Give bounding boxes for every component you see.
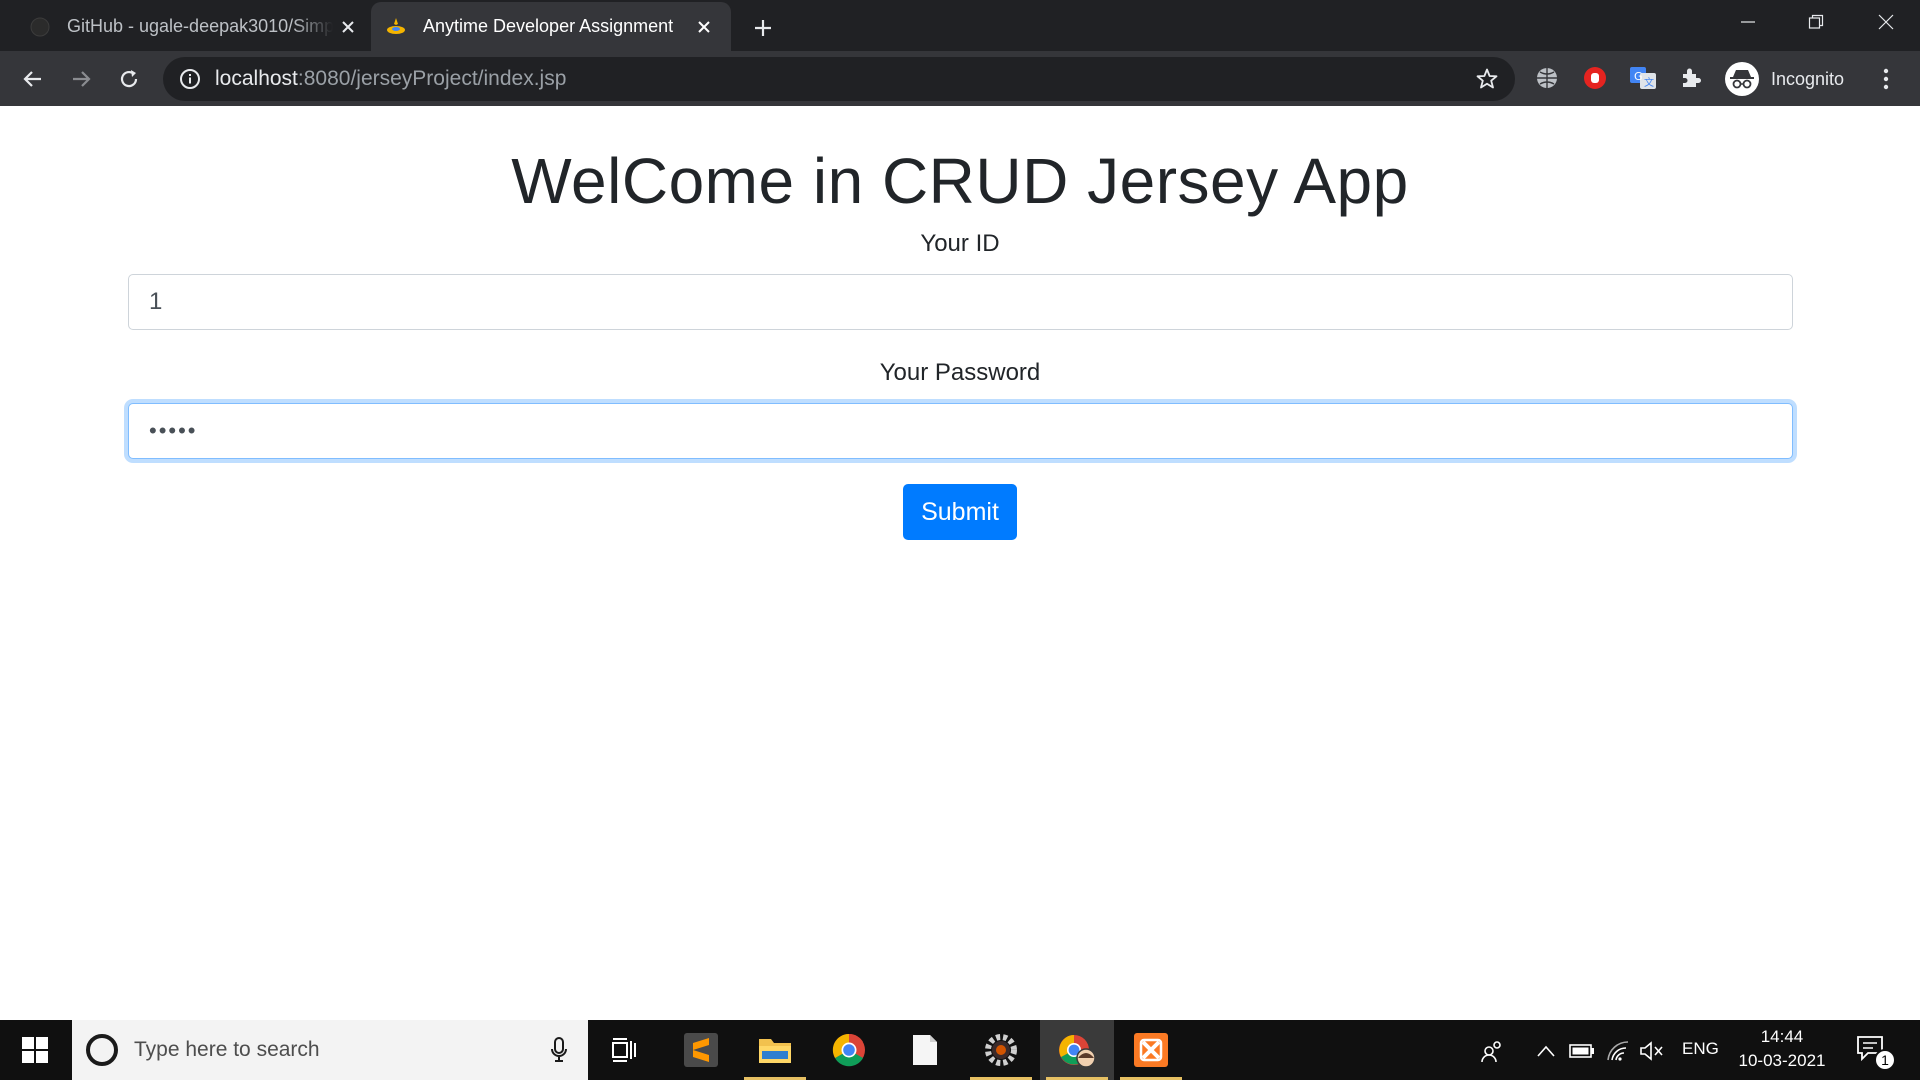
search-placeholder: Type here to search (134, 1038, 320, 1061)
svg-text:文: 文 (1644, 76, 1654, 89)
wifi-icon[interactable] (1604, 1037, 1632, 1065)
tab-title: GitHub - ugale-deepak3010/Simple (67, 16, 333, 36)
people-icon[interactable] (1478, 1037, 1506, 1065)
start-button[interactable] (0, 1020, 70, 1080)
reload-button[interactable] (111, 61, 147, 97)
incognito-icon (1725, 62, 1759, 96)
clock[interactable]: 14:44 10-03-2021 (1722, 1025, 1842, 1073)
page-content: WelCome in CRUD Jersey App Your ID 1 You… (0, 106, 1920, 1020)
chrome-icon (832, 1033, 865, 1067)
language-indicator[interactable]: ENG (1682, 1039, 1719, 1059)
minimize-button[interactable] (1714, 0, 1782, 44)
github-icon (29, 16, 51, 38)
submit-button[interactable]: Submit (903, 484, 1017, 540)
chrome-profile-icon (1059, 1035, 1096, 1068)
windows-taskbar: Type here to search ENG 14:44 10-03-2021… (0, 1020, 1920, 1080)
clock-date: 10-03-2021 (1738, 1051, 1826, 1070)
microphone-icon[interactable] (550, 1037, 568, 1069)
browser-toolbar: localhost:8080/jerseyProject/index.jsp G… (0, 51, 1920, 106)
profile-label: Incognito (1771, 68, 1845, 89)
close-tab-icon[interactable] (689, 12, 719, 42)
arrow-right-icon (73, 71, 91, 87)
tab-title: Anytime Developer Assignment (423, 16, 674, 36)
globe-extension-icon[interactable] (1532, 63, 1562, 93)
java-ide-app[interactable] (964, 1020, 1038, 1080)
volume-muted-icon[interactable] (1638, 1037, 1666, 1065)
url-text: localhost:8080/jerseyProject/index.jsp (215, 67, 566, 91)
extensions-puzzle-icon[interactable] (1676, 63, 1706, 93)
address-bar[interactable]: localhost:8080/jerseyProject/index.jsp (163, 57, 1515, 101)
tab-github[interactable]: GitHub - ugale-deepak3010/Simple (15, 2, 375, 51)
jersey-favicon-icon (385, 16, 407, 38)
file-explorer-app[interactable] (738, 1020, 812, 1080)
notification-center-button[interactable]: 1 (1856, 1033, 1896, 1071)
back-button[interactable] (15, 61, 51, 97)
task-view-button[interactable] (588, 1020, 662, 1080)
chevron-up-icon[interactable] (1532, 1037, 1560, 1065)
translate-extension-icon[interactable]: G文 (1628, 63, 1658, 93)
password-input-value: ••••• (149, 418, 198, 443)
new-tab-button[interactable] (745, 10, 781, 46)
close-window-button[interactable] (1852, 0, 1920, 44)
id-input[interactable]: 1 (128, 274, 1793, 330)
sublime-text-app[interactable] (664, 1020, 738, 1080)
sublime-text-icon (684, 1033, 718, 1067)
file-icon (913, 1035, 937, 1065)
plus-icon (755, 20, 771, 36)
id-label: Your ID (920, 230, 1000, 257)
xampp-icon (1134, 1033, 1168, 1067)
folder-icon (759, 1039, 791, 1063)
task-view-icon (612, 1038, 636, 1062)
browser-tab-strip: GitHub - ugale-deepak3010/Simple Anytime… (0, 0, 1920, 51)
notification-badge: 1 (1874, 1049, 1896, 1071)
password-input[interactable]: ••••• (128, 403, 1793, 459)
vertical-dots-icon (1883, 68, 1889, 90)
restore-icon (1808, 14, 1824, 29)
forward-button[interactable] (63, 61, 99, 97)
url-host: localhost (215, 67, 298, 90)
xampp-app[interactable] (1114, 1020, 1188, 1080)
tab-anytime-developer[interactable]: Anytime Developer Assignment (371, 2, 731, 51)
taskbar-search-box[interactable]: Type here to search (72, 1020, 588, 1080)
gear-icon (985, 1034, 1017, 1066)
id-input-value: 1 (149, 288, 163, 315)
chrome-app[interactable] (812, 1020, 886, 1080)
bookmark-star-icon[interactable] (1473, 65, 1501, 93)
chrome-incognito-app[interactable] (1040, 1020, 1114, 1080)
browser-menu-button[interactable] (1868, 61, 1904, 97)
windows-logo-icon (22, 1037, 48, 1063)
password-label: Your Password (879, 359, 1041, 386)
url-path: :8080/jerseyProject/index.jsp (297, 67, 567, 90)
restore-button[interactable] (1782, 0, 1850, 44)
close-icon (1878, 14, 1894, 30)
info-icon[interactable] (177, 66, 203, 92)
cortana-icon (86, 1034, 118, 1066)
arrow-left-icon (23, 71, 41, 87)
close-tab-icon[interactable] (333, 12, 363, 42)
ad-blocker-extension-icon[interactable] (1580, 63, 1610, 93)
notepad-app[interactable] (888, 1020, 962, 1080)
svg-text:G: G (1634, 70, 1643, 83)
page-title: WelCome in CRUD Jersey App (511, 145, 1409, 217)
incognito-profile-button[interactable]: Incognito (1719, 57, 1849, 101)
screen: GitHub - ugale-deepak3010/Simple Anytime… (0, 0, 1920, 1080)
reload-icon (120, 70, 138, 88)
clock-time: 14:44 (1760, 1027, 1804, 1046)
minimize-icon (1741, 21, 1755, 23)
battery-icon[interactable] (1568, 1037, 1596, 1065)
